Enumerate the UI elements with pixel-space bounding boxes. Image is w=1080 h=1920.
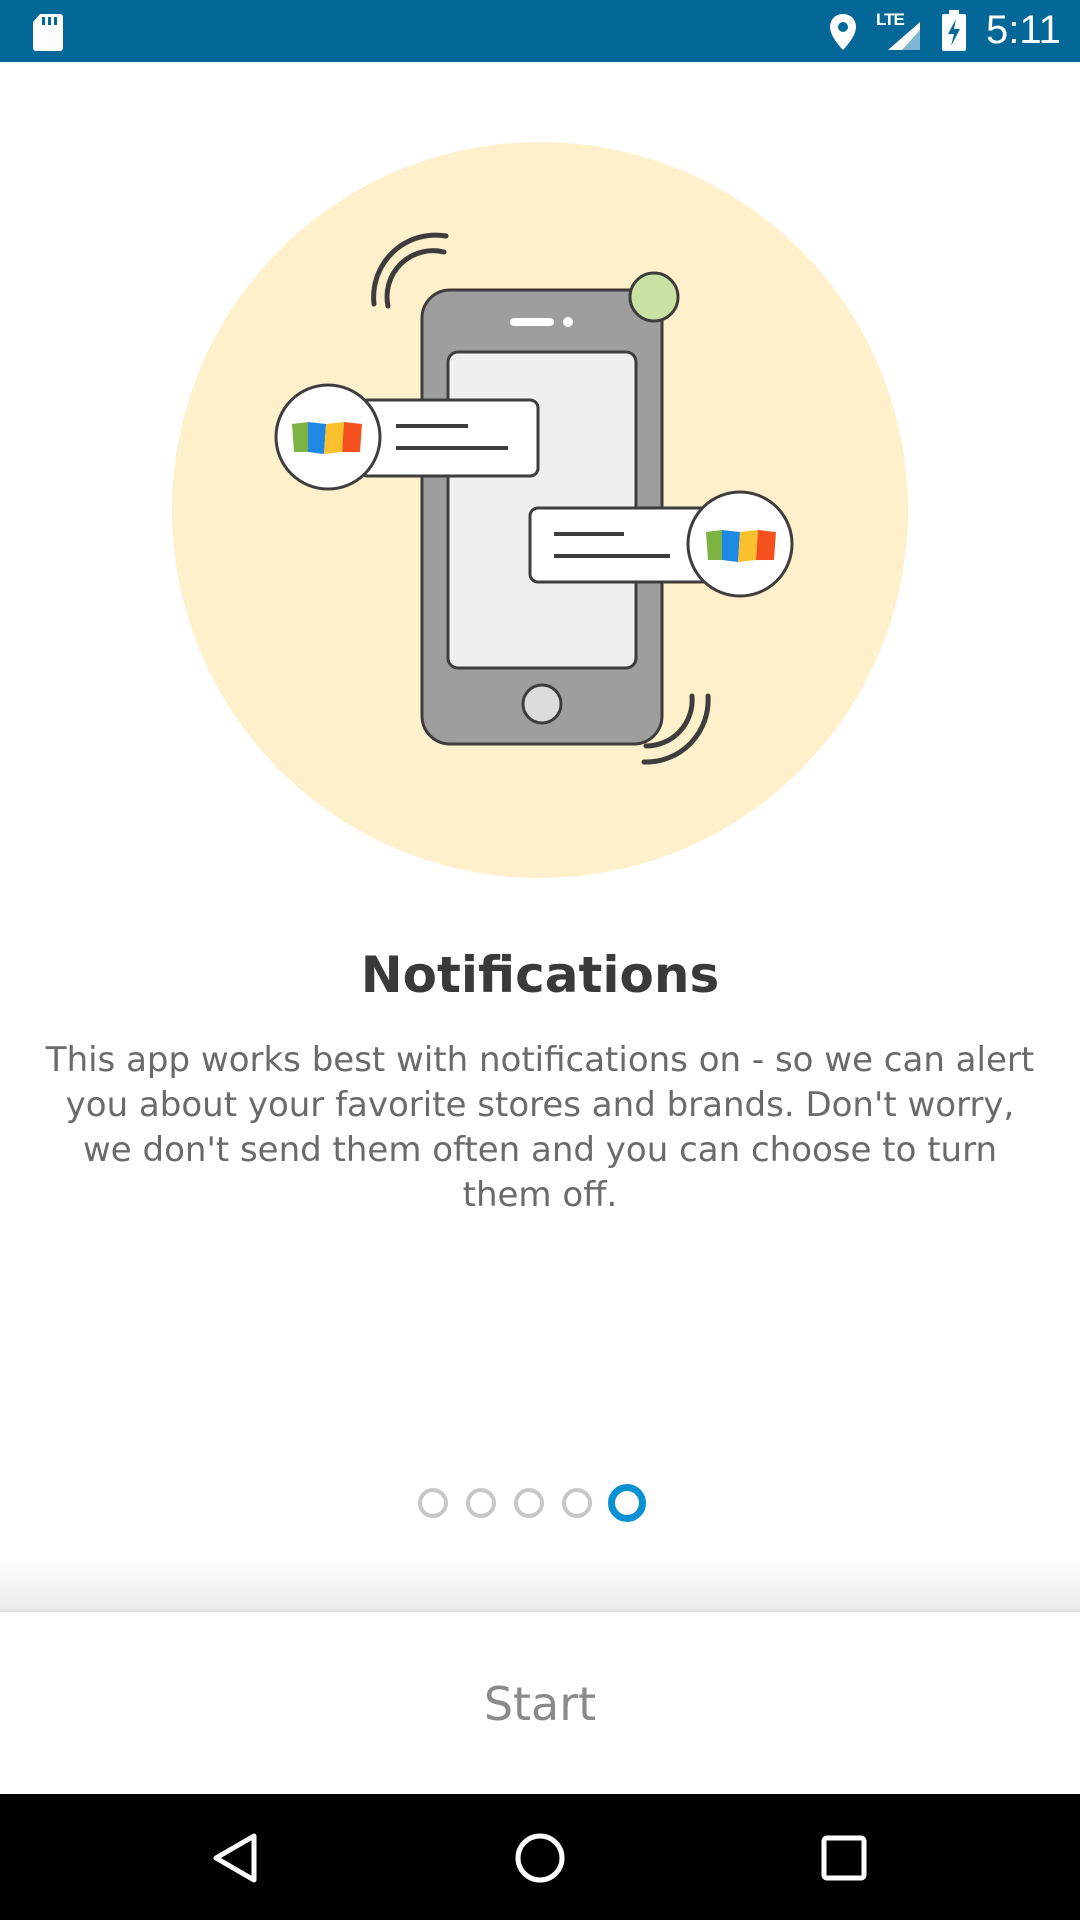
sd-card-icon — [33, 14, 63, 51]
page-dot-5-active[interactable] — [608, 1484, 646, 1522]
signal-icon — [888, 22, 920, 50]
back-icon[interactable] — [200, 1822, 272, 1894]
bottom-shadow — [0, 1558, 1080, 1610]
page-title: Notifications — [360, 946, 720, 1004]
page-dot-2[interactable] — [466, 1488, 496, 1518]
page-dot-4[interactable] — [562, 1488, 592, 1518]
home-icon[interactable] — [504, 1822, 576, 1894]
clock: 5:11 — [986, 8, 1061, 52]
notifications-illustration — [172, 142, 908, 878]
location-icon — [830, 14, 856, 50]
navigation-bar — [0, 1794, 1080, 1920]
page-indicator — [0, 1484, 1080, 1528]
status-bar: LTE 5:11 — [0, 0, 1080, 62]
start-button[interactable]: Start — [0, 1612, 1080, 1796]
battery-charging-icon — [942, 10, 966, 51]
start-bar: Start — [0, 1610, 1080, 1796]
recents-icon[interactable] — [808, 1822, 880, 1894]
page-description: This app works best with notifications o… — [45, 1040, 1035, 1215]
page-dot-1[interactable] — [418, 1488, 448, 1518]
page-dot-3[interactable] — [514, 1488, 544, 1518]
